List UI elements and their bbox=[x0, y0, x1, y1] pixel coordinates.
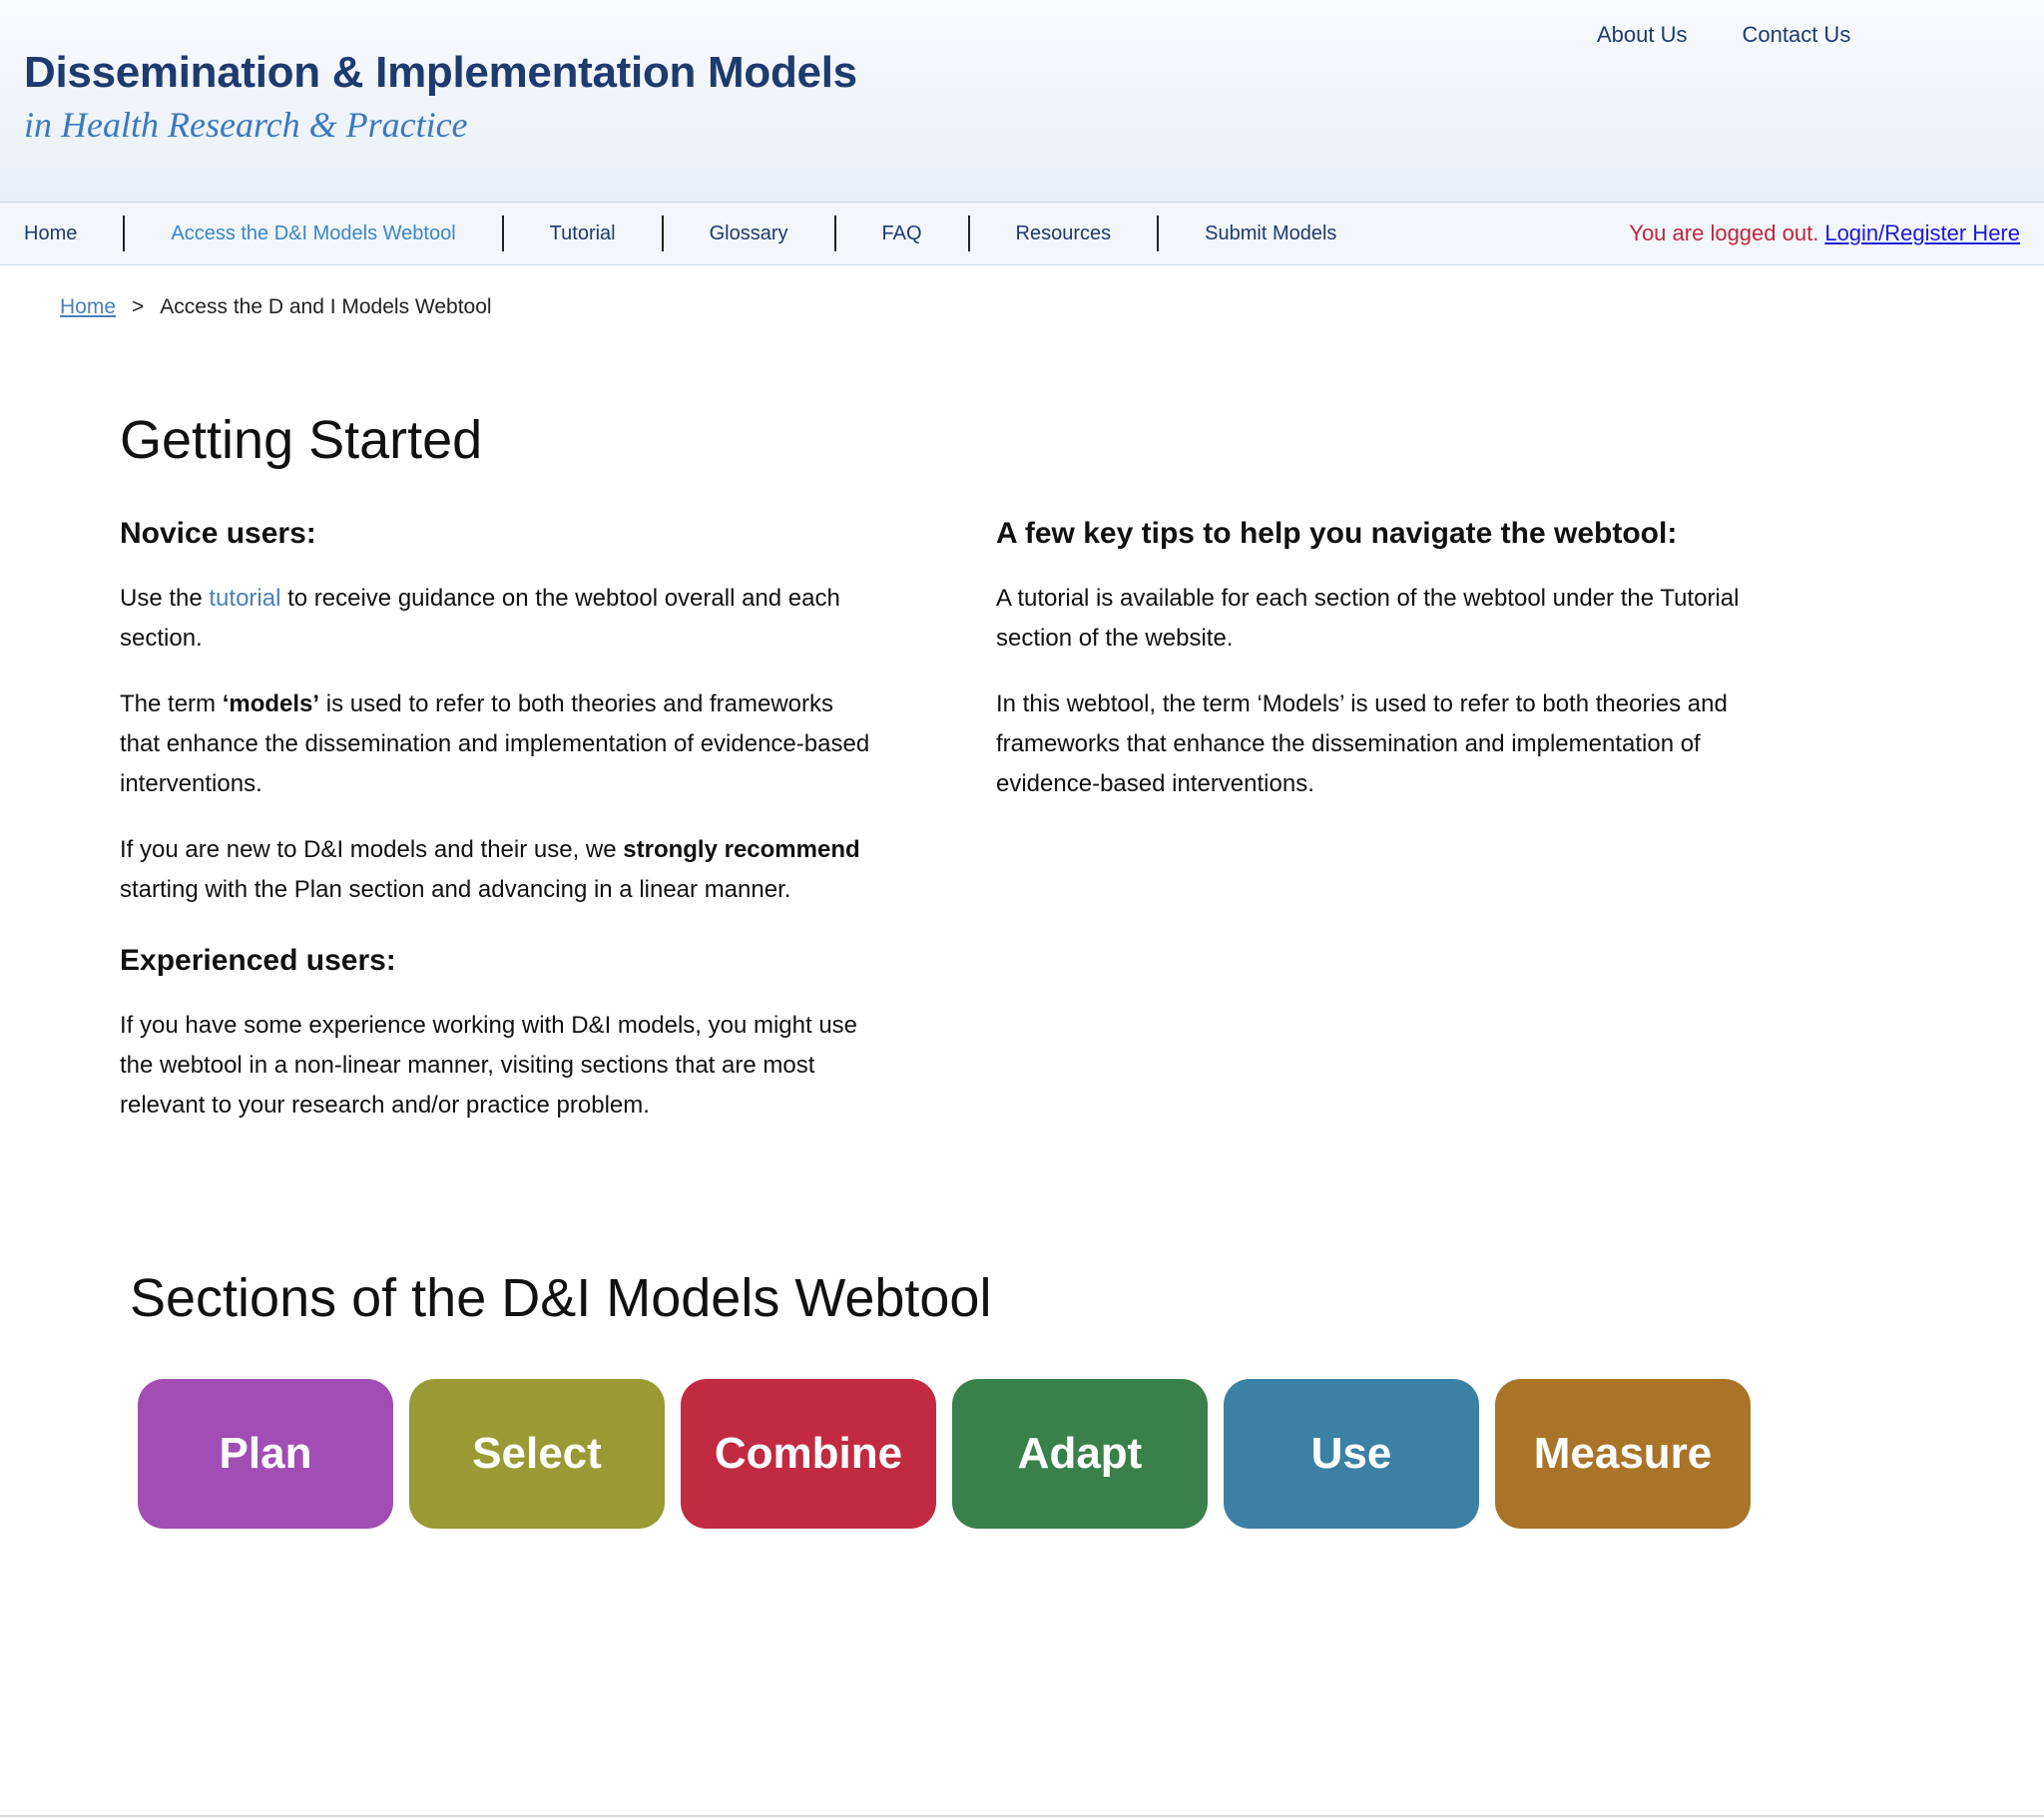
nav-item-glossary[interactable]: Glossary bbox=[661, 216, 834, 251]
novice-p2-bold: ‘models’ bbox=[222, 690, 320, 717]
novice-heading: Novice users: bbox=[120, 517, 316, 550]
nav-item-faq[interactable]: FAQ bbox=[833, 216, 968, 251]
breadcrumb-home-link[interactable]: Home bbox=[60, 295, 116, 319]
about-us-link[interactable]: About Us bbox=[1597, 22, 1688, 48]
plan-button[interactable]: Plan bbox=[138, 1379, 393, 1529]
use-button[interactable]: Use bbox=[1224, 1379, 1479, 1529]
nav-item-submit-models[interactable]: Submit Models bbox=[1157, 216, 1382, 251]
footer-divider bbox=[0, 1815, 2044, 1817]
site-header: Dissemination & Implementation Models in… bbox=[0, 0, 2044, 203]
novice-p3-text-pre: If you are new to D&I models and their u… bbox=[120, 836, 624, 863]
tips-paragraph-2: In this webtool, the term ‘Models’ is us… bbox=[996, 690, 1728, 797]
novice-column: Novice users: Use the tutorial to receiv… bbox=[120, 509, 878, 1151]
nav-item-webtool[interactable]: Access the D&I Models Webtool bbox=[123, 216, 501, 251]
tips-heading: A few key tips to help you navigate the … bbox=[996, 517, 1678, 550]
breadcrumb: Home > Access the D and I Models Webtool bbox=[60, 295, 492, 319]
top-links: About Us Contact Us bbox=[1597, 22, 1905, 48]
novice-paragraph-2: The term ‘models’ is used to refer to bo… bbox=[120, 684, 878, 804]
page-title: Getting Started bbox=[120, 410, 483, 470]
tutorial-link[interactable]: tutorial bbox=[209, 585, 280, 612]
login-register-link[interactable]: Login/Register Here bbox=[1824, 221, 2020, 246]
nav-item-home[interactable]: Home bbox=[24, 216, 123, 251]
breadcrumb-separator: > bbox=[132, 295, 145, 318]
nav-items: Home Access the D&I Models Webtool Tutor… bbox=[24, 203, 1382, 264]
measure-button[interactable]: Measure bbox=[1495, 1379, 1751, 1529]
experienced-paragraph: If you have some experience working with… bbox=[120, 1012, 858, 1119]
novice-paragraph-3: If you are new to D&I models and their u… bbox=[120, 830, 878, 910]
nav-item-resources[interactable]: Resources bbox=[967, 216, 1158, 251]
site-subtitle: in Health Research & Practice bbox=[24, 105, 468, 145]
site-title[interactable]: Dissemination & Implementation Models bbox=[24, 48, 857, 98]
combine-button[interactable]: Combine bbox=[681, 1379, 936, 1529]
novice-paragraph-1: Use the tutorial to receive guidance on … bbox=[120, 579, 878, 659]
tips-paragraph-1: A tutorial is available for each section… bbox=[996, 585, 1740, 652]
novice-p1-text-pre: Use the bbox=[120, 585, 210, 612]
contact-us-link[interactable]: Contact Us bbox=[1743, 22, 1851, 48]
tips-column: A few key tips to help you navigate the … bbox=[996, 509, 1775, 830]
adapt-button[interactable]: Adapt bbox=[952, 1379, 1208, 1529]
novice-p2-text-pre: The term bbox=[120, 690, 223, 717]
select-button[interactable]: Select bbox=[409, 1379, 665, 1529]
section-buttons: Plan Select Combine Adapt Use Measure bbox=[138, 1379, 1767, 1529]
main-nav: Home Access the D&I Models Webtool Tutor… bbox=[0, 203, 2044, 265]
nav-item-tutorial[interactable]: Tutorial bbox=[501, 216, 662, 251]
breadcrumb-current: Access the D and I Models Webtool bbox=[160, 295, 492, 318]
novice-p3-text-post: starting with the Plan section and advan… bbox=[120, 876, 791, 903]
sections-title: Sections of the D&I Models Webtool bbox=[130, 1268, 992, 1328]
experienced-heading: Experienced users: bbox=[120, 944, 396, 977]
login-area: You are logged out. Login/Register Here bbox=[1629, 203, 2020, 264]
novice-p3-bold: strongly recommend bbox=[623, 836, 860, 863]
login-status-text: You are logged out. bbox=[1629, 221, 1819, 245]
